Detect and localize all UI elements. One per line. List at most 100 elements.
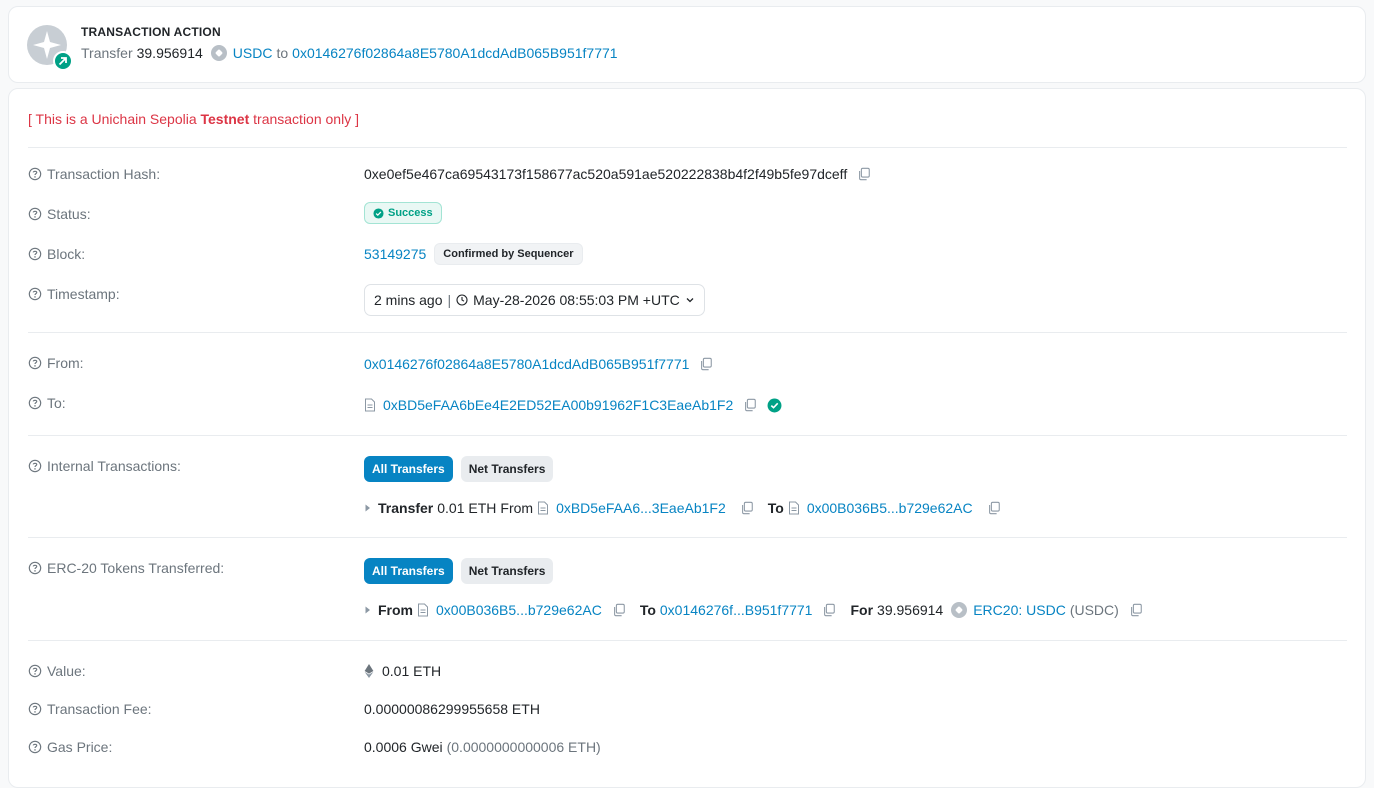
- action-summary: Transfer 39.956914 USDC to 0x0146276f028…: [81, 45, 618, 61]
- copy-icon[interactable]: [1129, 603, 1143, 617]
- fee-row: 0.00000086299955658 ETH: [364, 701, 540, 717]
- action-token-link[interactable]: USDC: [233, 45, 273, 61]
- value-amount: 0.01 ETH: [382, 663, 442, 679]
- erc20-all-transfers-button[interactable]: All Transfers: [364, 558, 453, 584]
- erc20-token-symbol: (USDC): [1069, 602, 1119, 618]
- erc20-to-address-link[interactable]: 0x0146276f...B951f7771: [660, 602, 813, 618]
- transaction-details-card: [ This is a Unichain Sepolia Testnet tra…: [8, 88, 1366, 788]
- erc20-token-link[interactable]: ERC20: USDC: [973, 602, 1066, 618]
- divider: [28, 640, 1347, 641]
- copy-icon[interactable]: [857, 167, 871, 181]
- question-circle-icon[interactable]: [28, 459, 42, 473]
- action-transfer-label: Transfer: [81, 45, 133, 61]
- internal-tabs: All Transfers Net Transfers: [364, 456, 554, 482]
- usdc-token-icon: [951, 602, 968, 618]
- contract-file-icon: [365, 398, 375, 412]
- from-value-row: 0x0146276f02864a8E5780A1dcdAdB065B951f77…: [364, 356, 713, 372]
- transaction-action-card: TRANSACTION ACTION Transfer 39.956914 US…: [8, 6, 1366, 83]
- hash-label-row: Transaction Hash:: [28, 166, 160, 182]
- question-circle-icon[interactable]: [28, 356, 42, 370]
- divider: [28, 147, 1347, 148]
- copy-icon[interactable]: [822, 603, 836, 617]
- timestamp-toggle[interactable]: 2 mins ago | May-28-2026 08:55:03 PM +UT…: [364, 284, 705, 316]
- question-circle-icon[interactable]: [28, 561, 42, 575]
- testnet-notice-suffix: transaction only ]: [249, 111, 359, 127]
- question-circle-icon[interactable]: [28, 207, 42, 221]
- internal-from-address-link[interactable]: 0xBD5eFAA6...3EaeAb1F2: [556, 500, 726, 516]
- value-label: Value:: [47, 663, 86, 679]
- to-value-row: 0xBD5eFAA6bEe4E2ED52EA00b91962F1C3EaeAb1…: [364, 397, 782, 413]
- transaction-hash: 0xe0ef5e467ca69543173f158677ac520a591ae5…: [364, 166, 848, 182]
- status-label-row: Status:: [28, 206, 91, 222]
- question-circle-icon[interactable]: [28, 287, 42, 301]
- copy-icon[interactable]: [743, 398, 757, 412]
- question-circle-icon[interactable]: [28, 664, 42, 678]
- ethereum-icon: [364, 664, 374, 678]
- usdc-token-icon: [210, 45, 227, 61]
- question-circle-icon[interactable]: [28, 740, 42, 754]
- divider: [28, 435, 1347, 436]
- gas-label: Gas Price:: [47, 739, 113, 755]
- divider: [28, 537, 1347, 538]
- timestamp-value-row: 2 mins ago | May-28-2026 08:55:03 PM +UT…: [364, 284, 705, 316]
- copy-icon[interactable]: [740, 501, 754, 515]
- internal-amount: 0.01 ETH: [437, 500, 497, 516]
- gas-row: 0.0006 Gwei (0.0000000000006 ETH): [364, 739, 601, 755]
- block-value-row: 53149275 Confirmed by Sequencer: [364, 243, 583, 265]
- contract-file-icon: [418, 603, 428, 617]
- erc20-to-word: To: [639, 602, 656, 618]
- testnet-notice: [ This is a Unichain Sepolia Testnet tra…: [28, 111, 359, 127]
- question-circle-icon[interactable]: [28, 396, 42, 410]
- sequencer-badge: Confirmed by Sequencer: [434, 243, 583, 265]
- verified-check-icon: [767, 398, 782, 412]
- testnet-notice-prefix: [ This is a Unichain Sepolia: [28, 111, 201, 127]
- check-circle-icon: [373, 207, 384, 219]
- status-label: Status:: [47, 206, 91, 222]
- copy-icon[interactable]: [612, 603, 626, 617]
- chevron-down-icon: [686, 298, 694, 303]
- erc20-net-transfers-button[interactable]: Net Transfers: [460, 558, 554, 584]
- erc20-label-row: ERC-20 Tokens Transferred:: [28, 560, 224, 576]
- timestamp-ago: 2 mins ago: [374, 292, 443, 308]
- block-number-link[interactable]: 53149275: [364, 246, 426, 262]
- clock-icon: [456, 294, 468, 306]
- from-label-row: From:: [28, 355, 84, 371]
- status-text: Success: [388, 207, 433, 219]
- internal-all-transfers-button[interactable]: All Transfers: [364, 456, 453, 482]
- copy-icon[interactable]: [987, 501, 1001, 515]
- timestamp-label-row: Timestamp:: [28, 286, 120, 302]
- question-circle-icon[interactable]: [28, 167, 42, 181]
- status-value-row: Success: [364, 202, 442, 224]
- erc20-from-word: From: [378, 602, 413, 618]
- internal-to-address-link[interactable]: 0x00B036B5...b729e62AC: [807, 500, 973, 516]
- to-label-row: To:: [28, 395, 66, 411]
- erc20-label: ERC-20 Tokens Transferred:: [47, 560, 225, 576]
- timestamp-label: Timestamp:: [47, 286, 120, 302]
- erc20-for-word: For: [850, 602, 874, 618]
- internal-from-word: From: [500, 500, 534, 516]
- timestamp-date: May-28-2026 08:55:03 PM +UTC: [473, 292, 680, 308]
- internal-net-transfers-button[interactable]: Net Transfers: [460, 456, 554, 482]
- fee-amount: 0.00000086299955658 ETH: [364, 701, 540, 717]
- from-label: From:: [47, 355, 84, 371]
- from-address-link[interactable]: 0x0146276f02864a8E5780A1dcdAdB065B951f77…: [364, 356, 689, 372]
- to-label: To:: [47, 395, 66, 411]
- internal-label-row: Internal Transactions:: [28, 458, 181, 474]
- contract-file-icon: [788, 501, 799, 515]
- internal-label: Internal Transactions:: [47, 458, 181, 474]
- testnet-notice-emphasis: Testnet: [200, 111, 250, 127]
- erc20-from-address-link[interactable]: 0x00B036B5...b729e62AC: [436, 602, 602, 618]
- copy-icon[interactable]: [699, 357, 713, 371]
- erc20-amount: 39.956914: [877, 602, 944, 618]
- action-to-address-link[interactable]: 0x0146276f02864a8E5780A1dcdAdB065B951f77…: [292, 45, 617, 61]
- fee-label-row: Transaction Fee:: [28, 701, 152, 717]
- value-row: 0.01 ETH: [364, 663, 441, 679]
- hash-label: Transaction Hash:: [47, 166, 161, 182]
- question-circle-icon[interactable]: [28, 702, 42, 716]
- action-to-label: to: [276, 45, 289, 61]
- status-badge: Success: [364, 202, 442, 224]
- contract-file-icon: [538, 501, 549, 515]
- to-address-link[interactable]: 0xBD5eFAA6bEe4E2ED52EA00b91962F1C3EaeAb1…: [383, 397, 733, 413]
- question-circle-icon[interactable]: [28, 247, 42, 261]
- block-label: Block:: [47, 246, 86, 262]
